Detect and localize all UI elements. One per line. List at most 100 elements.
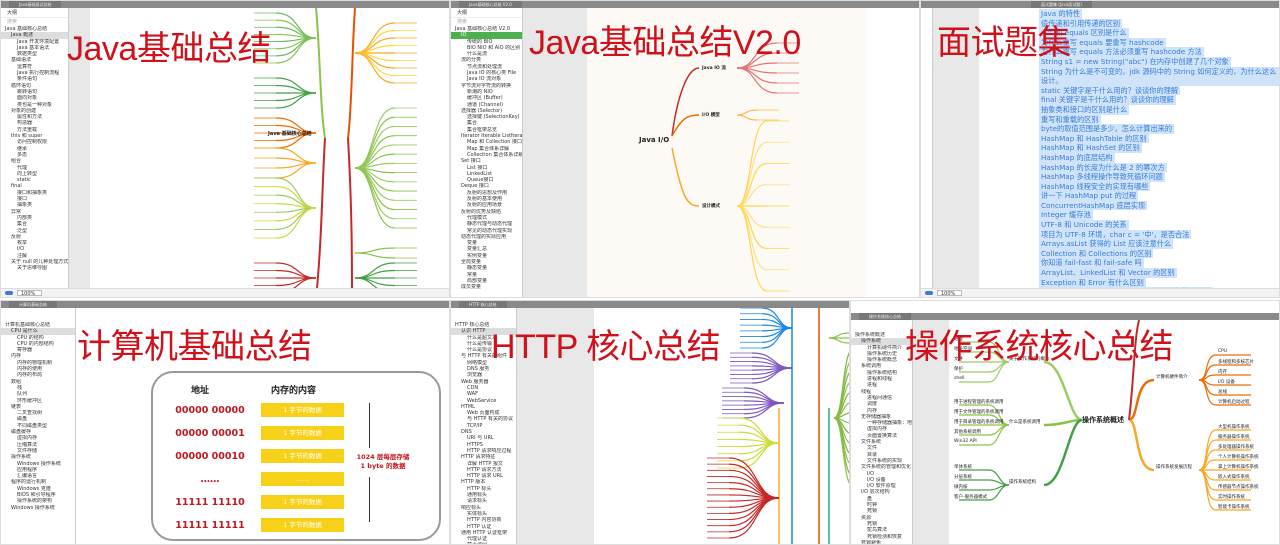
mindmap-branch (347, 137, 353, 297)
mindmap-node[interactable]: 内存 (1218, 369, 1227, 375)
outline-header[interactable]: 大纲 (451, 8, 522, 18)
memory-address: 00000 00001 (175, 428, 245, 439)
outline-item[interactable]: 成员变量 (451, 284, 522, 290)
mindmap-node[interactable]: 服务器操作系统 (1218, 434, 1250, 440)
question-item[interactable]: HashMap 和 HashTable 的区别 (1039, 133, 1149, 144)
mindmap-node[interactable]: 传感器节点操作系统 (1218, 484, 1259, 490)
question-item[interactable]: HashMap 多线程操作导致死循环问题 (1039, 172, 1165, 182)
outline-search[interactable]: 搜索 (451, 18, 522, 26)
question-item[interactable]: UTF-8 和 Unicode 的关系 (1039, 220, 1129, 230)
question-item[interactable]: HashMap 和 HashSet 的区别 (1039, 143, 1142, 153)
mindmap-node[interactable]: 计算机启动过程 (1218, 399, 1250, 405)
mindmap-node[interactable]: 操作系统发展历程 (1156, 464, 1192, 470)
outline-sidebar: 操作系统概述 操作系统 计算机硬件简介 操作系统历史 操作系统概念 系统调用 操作系统结构进… (851, 320, 913, 544)
question-item[interactable]: Exception 和 Error 有什么区别 (1039, 277, 1146, 288)
mindmap-root[interactable]: Java 基础核心总结 (268, 130, 312, 137)
zoom-select[interactable]: 100% (937, 290, 963, 297)
question-item[interactable]: Integer 缓存池 (1039, 210, 1093, 221)
question-item[interactable]: HashMap 的长度为什么是 2 的幂次方 (1039, 162, 1167, 173)
question-item[interactable]: 项目为 UTF-8 环境，char c = '中'，是否合法 (1039, 229, 1192, 240)
question-item[interactable]: HashMap 线程安全的实现有哪些 (1039, 181, 1151, 192)
mindmap-root[interactable]: 操作系统概述 (1082, 415, 1124, 425)
outline-sidebar: 大纲 搜索 Java 基础核心总结 V2.0 IO 传统的 BIO BIO NIO 和… (451, 8, 523, 297)
panel-interview: 面试题集 (Java面试题) Java 的特性 值传递和引用传递的区别 == 和 e… (920, 0, 1280, 298)
question-item[interactable]: HashMap 的底层结构 (1039, 152, 1115, 163)
mindmap-node[interactable]: 嵌入式操作系统 (1218, 474, 1250, 480)
status-bar: 100% (921, 288, 1279, 297)
question-item[interactable]: Arrays.asList 获得的 List 应该注意什么 (1039, 239, 1174, 249)
mindmap-branch (738, 438, 780, 444)
mindmap-node[interactable]: 操作系统结构 (1009, 479, 1036, 485)
question-item[interactable]: static 关键字是干什么用的？谈谈你的理解 (1039, 85, 1181, 96)
branch-label[interactable]: Java IO 流 (702, 65, 726, 71)
mindmap-node[interactable]: 总线 (1218, 389, 1227, 395)
mindmap-node[interactable]: 其他系统调用 (954, 429, 981, 435)
memory-address: 11111 11110 (175, 497, 245, 508)
question-item[interactable]: 讲一下 HashMap put 的过程 (1039, 191, 1139, 201)
mindmap-node[interactable]: 实时操作系统 (1218, 494, 1245, 500)
overlay-title: 面试题集 (937, 24, 1072, 62)
mindmap-node[interactable]: Win32 API (954, 439, 977, 444)
memory-address: 00000 00010 (175, 451, 245, 462)
arrow-up (369, 477, 370, 522)
mindmap-node[interactable]: 计算机硬件简介 (1156, 374, 1188, 380)
mindmap-node[interactable]: I/O 设备 (1218, 379, 1235, 385)
mindmap-node[interactable]: 用于文件管理的系统调用 (954, 409, 1004, 415)
outline-item[interactable]: 文件系统的管理和优化 (851, 464, 912, 470)
question-item[interactable]: final 关键字是干什么用的？谈谈你的理解 (1039, 95, 1176, 105)
mindmap-branch (275, 203, 317, 209)
outline-item[interactable]: Windows 操作系统 (1, 505, 75, 511)
mindmap-node[interactable]: 用于进程管理的系统调用 (954, 399, 1004, 405)
branch-label[interactable]: I/O 模型 (702, 112, 720, 118)
mindmap-node[interactable]: CPU (1218, 349, 1227, 354)
mindmap-node[interactable]: 多线程和多核芯片 (1218, 359, 1254, 365)
mindmap-node[interactable]: 分层系统 (954, 474, 972, 480)
outline-search[interactable]: 搜索 (1, 18, 68, 26)
question-item[interactable]: ConcurrentHashMap 底层实现 (1039, 200, 1148, 211)
panel-http: HTTP 核心总结 HTTP 核心总结 认识 HTTP 什么是超文本 什么是传输 什么是… (450, 300, 850, 545)
question-list: Java 的特性 值传递和引用传递的区别 == 和 equals 区别是什么 为什么重… (1039, 9, 1279, 297)
question-item[interactable]: 抽象类和接口的区别是什么 (1039, 104, 1130, 115)
outline-header[interactable]: 大纲 (1, 8, 68, 18)
window-title: Java基础核心总结 V2.0 (459, 1, 522, 8)
question-item[interactable]: 重写和重载的区别 (1039, 114, 1101, 125)
overlay-title: 计算机基础总结 (77, 328, 312, 366)
window-titlebar: HTTP 核心总结 (451, 301, 849, 308)
mindmap-node[interactable]: 掌上计算机操作系统 (1218, 464, 1259, 470)
outline-toggle-icon[interactable] (925, 291, 933, 295)
addr-header: 地址 (191, 386, 210, 396)
outline-item[interactable]: 关于思维导图 (1, 265, 68, 271)
mindmap-node[interactable]: shell (954, 376, 964, 381)
arrow-down (369, 403, 370, 448)
mindmap-node[interactable]: 微内核 (954, 484, 968, 490)
mindmap-node[interactable]: 什么是系统调用 (1009, 419, 1041, 425)
note-line: 1 byte 的数据 (360, 462, 406, 470)
question-item[interactable]: String 为什么是不可变的，jdk 源码中的 String 如何定义的，为什… (1039, 66, 1279, 86)
mindmap-root[interactable]: Java I/O (639, 136, 669, 144)
mindmap-branch (671, 67, 700, 137)
note-line: 1024 层每层存储 (356, 453, 410, 461)
question-item[interactable]: ArrayList、LinkedList 和 Vector 的区别 (1039, 268, 1177, 278)
outline-toggle-icon[interactable] (5, 291, 13, 295)
zoom-select[interactable]: 100% (17, 290, 43, 297)
memory-cell: 1 字节的数据 (261, 495, 344, 509)
mindmap-branch (1043, 418, 1083, 487)
outline-sidebar: 计算机基础核心总结 CPU 是什么 CPU 的结构 CPU 的内部结构 寄存器 内存 内存的… (1, 308, 76, 544)
outline-item[interactable]: 死锁避免 (851, 540, 912, 544)
window-titlebar: Java基础核心总结 V2.0 (451, 1, 919, 8)
branch-label[interactable]: 设计模式 (702, 203, 720, 209)
question-item[interactable]: byte的取值范围是多少，怎么计算出来的 (1039, 124, 1175, 134)
mindmap-node[interactable]: 多处理器操作系统 (1218, 444, 1254, 450)
mindmap-node[interactable]: 个人计算机操作系统 (1218, 454, 1259, 460)
mindmap-node[interactable]: 用于目录管理的系统调用 (954, 419, 1004, 425)
mindmap-node[interactable]: 智能卡操作系统 (1218, 504, 1250, 510)
mindmap-node[interactable]: 单体系统 (954, 464, 972, 470)
question-item[interactable]: Collection 和 Collections 的区别 (1039, 248, 1154, 259)
question-item[interactable]: 你知道 fail-fast 和 fail-safe 吗 (1039, 258, 1144, 269)
mindmap-node[interactable]: 大型机操作系统 (1218, 424, 1250, 430)
mindmap-branch (736, 109, 758, 116)
content-header: 内存的内容 (271, 386, 317, 396)
mindmap-node[interactable]: 客户-服务器模式 (954, 494, 987, 500)
memory-address: 00000 00000 (175, 405, 245, 416)
mindmap-branch (1043, 360, 1083, 422)
